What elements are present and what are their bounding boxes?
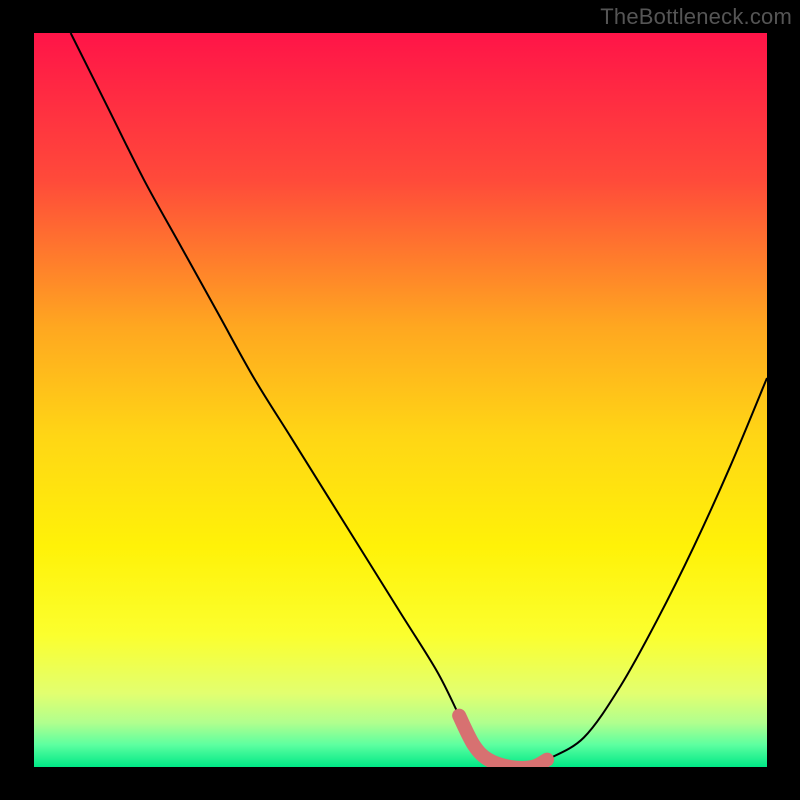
gradient-background: [34, 33, 767, 767]
watermark-text: TheBottleneck.com: [600, 4, 792, 30]
chart-frame: TheBottleneck.com: [0, 0, 800, 800]
bottleneck-chart: [0, 0, 800, 800]
